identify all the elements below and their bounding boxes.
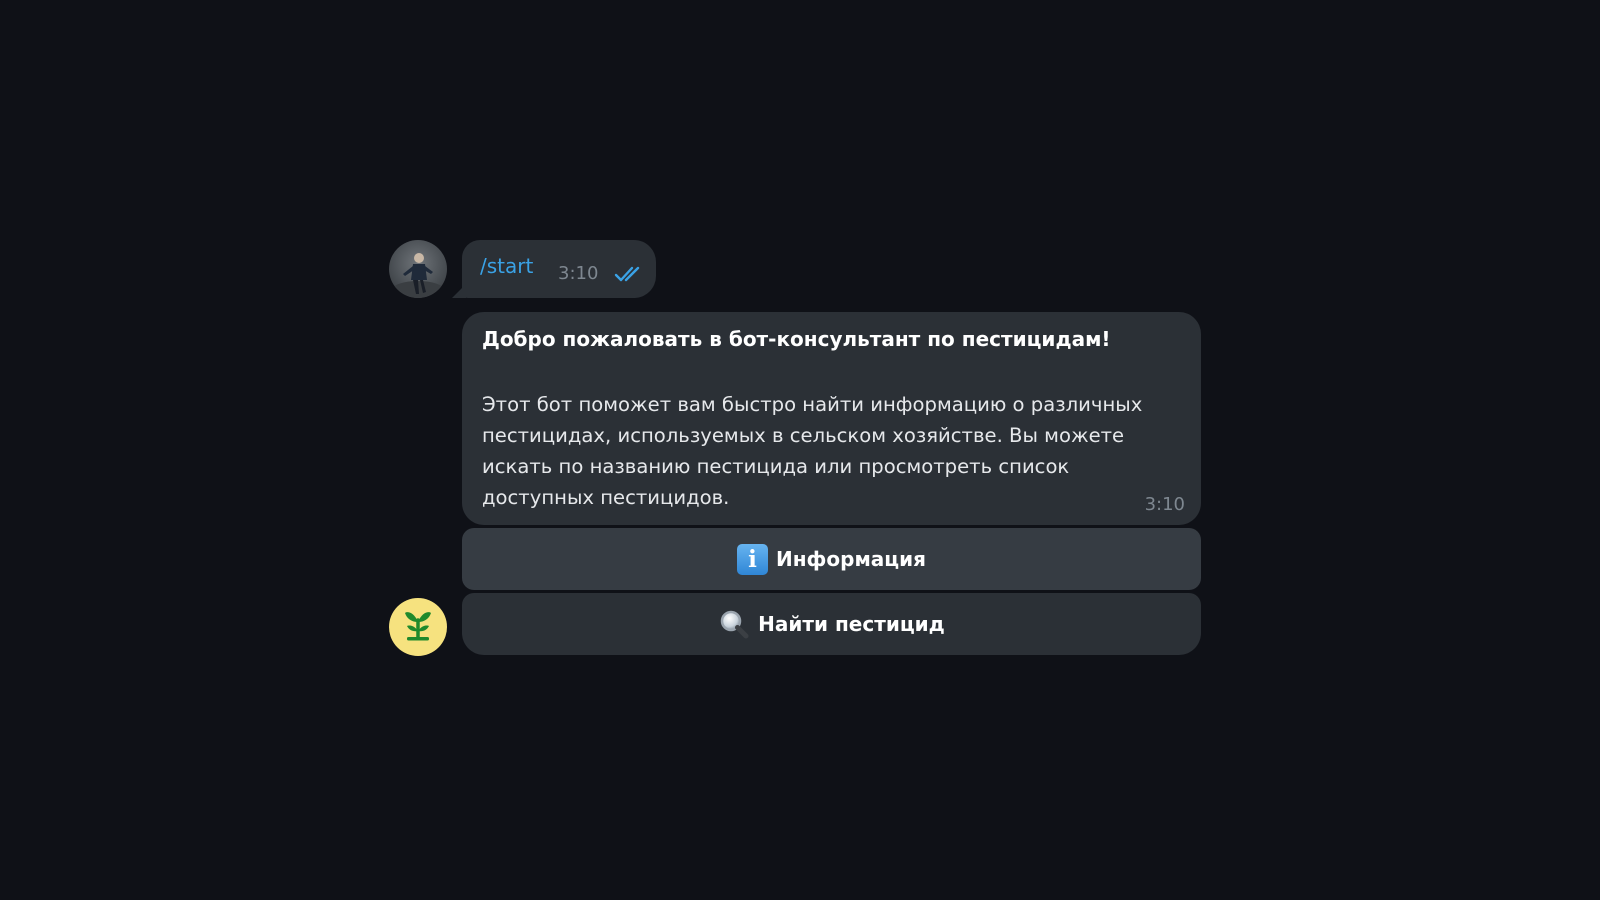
message-body: Этот бот поможет вам быстро найти информ… bbox=[482, 393, 1143, 509]
user-avatar[interactable] bbox=[389, 240, 447, 298]
bot-avatar[interactable] bbox=[389, 598, 447, 656]
user-photo bbox=[392, 253, 444, 298]
message-title: Добро пожаловать в бот-консультант по пе… bbox=[482, 327, 1111, 351]
info-icon: i bbox=[737, 543, 768, 575]
find-pesticide-button[interactable]: Найти пестицид bbox=[462, 593, 1201, 655]
incoming-message-time: 3:10 bbox=[1144, 494, 1185, 515]
chat-stage: /start 3:10 Добро пожаловать в бот-консу… bbox=[0, 0, 1600, 900]
info-button[interactable]: i Информация bbox=[462, 528, 1201, 590]
outgoing-message-time: 3:10 bbox=[558, 263, 599, 284]
double-check-icon bbox=[614, 266, 640, 282]
info-button-label: Информация bbox=[776, 547, 926, 571]
incoming-message-bubble: Добро пожаловать в бот-консультант по пе… bbox=[462, 312, 1201, 525]
find-pesticide-button-label: Найти пестицид bbox=[758, 612, 945, 636]
outgoing-message-bubble: /start 3:10 bbox=[462, 240, 656, 298]
magnifier-icon bbox=[720, 610, 749, 639]
start-command-link[interactable]: /start bbox=[480, 254, 533, 278]
plant-sprout-icon bbox=[405, 612, 431, 641]
